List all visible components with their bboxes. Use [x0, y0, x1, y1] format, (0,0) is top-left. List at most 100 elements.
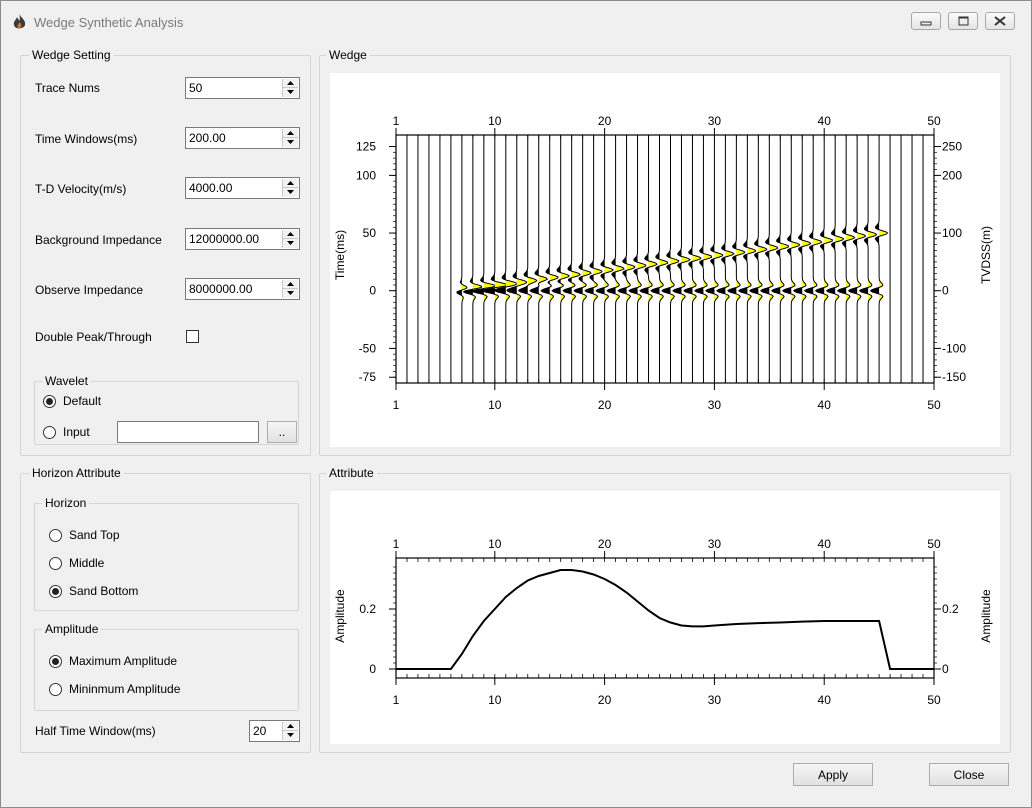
x-tick-label-bottom: 30	[708, 398, 722, 412]
wavelet-default-label: Default	[63, 394, 102, 408]
td-velocity-input[interactable]	[186, 178, 279, 198]
time-windows-stepper[interactable]	[282, 129, 298, 147]
horizon-title: Horizon	[42, 496, 90, 510]
y-tick-label-left: 100	[356, 168, 376, 182]
td-velocity-stepper[interactable]	[282, 179, 298, 197]
middle-radio[interactable]	[49, 557, 62, 570]
arrow-down-icon	[287, 291, 294, 295]
spin-down-button[interactable]	[283, 188, 298, 197]
x-tick-label-bottom: 50	[927, 398, 941, 412]
maximize-button[interactable]	[948, 12, 978, 30]
double-peak-label: Double Peak/Through	[35, 330, 152, 344]
x-tick-label-bottom: 10	[488, 398, 502, 412]
close-window-button[interactable]	[985, 12, 1015, 30]
x-tick-label-top: 40	[818, 537, 832, 551]
background-impedance-stepper[interactable]	[282, 230, 298, 248]
background-impedance-label: Background Impedance	[35, 233, 162, 247]
arrow-up-icon	[287, 724, 294, 728]
browse-button[interactable]: ..	[267, 421, 297, 443]
arrow-down-icon	[287, 733, 294, 737]
wavelet-input-radio[interactable]	[43, 426, 56, 439]
background-impedance-spinner[interactable]	[185, 228, 300, 250]
wedge-chart: 1 1 10 10 20 20 30 30 40 40 50 50 125 250 100 200 50 100 0…	[333, 114, 993, 412]
restore-icon	[958, 16, 969, 26]
spin-down-button[interactable]	[283, 239, 298, 248]
spin-down-button[interactable]	[283, 88, 298, 97]
observe-impedance-stepper[interactable]	[282, 280, 298, 298]
amplitude-title: Amplitude	[42, 622, 102, 636]
minimize-icon	[920, 21, 932, 26]
wavelet-input-label: Input	[63, 425, 90, 439]
spin-down-button[interactable]	[283, 138, 298, 147]
half-time-window-stepper[interactable]	[282, 722, 298, 740]
td-velocity-spinner[interactable]	[185, 177, 300, 199]
y-tick-label-left: -75	[359, 370, 377, 384]
x-tick-label-top: 1	[393, 537, 400, 551]
spin-up-button[interactable]	[283, 129, 298, 138]
y-axis-label-right: Amplitude	[979, 589, 993, 643]
x-tick-label-bottom: 30	[708, 693, 722, 707]
arrow-up-icon	[287, 131, 294, 135]
trace-nums-input[interactable]	[186, 78, 279, 98]
y-axis-label-left: Time(ms)	[333, 230, 347, 280]
wavelet-title: Wavelet	[42, 374, 91, 388]
observe-impedance-spinner[interactable]	[185, 278, 300, 300]
x-tick-label-top: 1	[393, 114, 400, 128]
spin-down-button[interactable]	[283, 289, 298, 298]
plot-frame	[395, 134, 935, 384]
time-windows-spinner[interactable]	[185, 127, 300, 149]
background-impedance-input[interactable]	[186, 229, 279, 249]
x-tick-label-bottom: 1	[393, 398, 400, 412]
x-tick-label-bottom: 40	[818, 693, 832, 707]
maximum-amplitude-radio[interactable]	[49, 655, 62, 668]
arrow-down-icon	[287, 190, 294, 194]
x-tick-label-top: 50	[927, 537, 941, 551]
horizon-attribute-title: Horizon Attribute	[29, 466, 124, 480]
x-tick-label-top: 20	[598, 114, 612, 128]
trace-nums-stepper[interactable]	[282, 79, 298, 97]
spin-up-button[interactable]	[283, 79, 298, 88]
double-peak-checkbox[interactable]	[186, 330, 199, 343]
y-tick-label-right: 250	[942, 140, 962, 154]
wavelet-file-input[interactable]	[117, 421, 259, 443]
sand-bottom-label: Sand Bottom	[69, 584, 139, 598]
observe-impedance-input[interactable]	[186, 279, 279, 299]
x-tick-label-top: 40	[818, 114, 832, 128]
td-velocity-label: T-D Velocity(m/s)	[35, 182, 127, 196]
y-tick-label-left: 0	[369, 284, 376, 298]
close-button[interactable]: Close	[929, 763, 1009, 786]
window-title: Wedge Synthetic Analysis	[34, 15, 184, 30]
spin-up-button[interactable]	[283, 179, 298, 188]
minimum-amplitude-label: Mininmum Amplitude	[69, 682, 181, 696]
spin-up-button[interactable]	[283, 722, 298, 731]
spin-up-button[interactable]	[283, 280, 298, 289]
x-tick-label-top: 10	[488, 114, 502, 128]
spin-down-button[interactable]	[283, 731, 298, 740]
plot-frame	[395, 557, 935, 679]
arrow-up-icon	[287, 81, 294, 85]
x-tick-label-top: 10	[488, 537, 502, 551]
x-tick-label-bottom: 50	[927, 693, 941, 707]
half-time-window-spinner[interactable]	[249, 720, 300, 742]
trace-nums-spinner[interactable]	[185, 77, 300, 99]
apply-button[interactable]: Apply	[793, 763, 873, 786]
spin-up-button[interactable]	[283, 230, 298, 239]
wavelet-default-radio[interactable]	[43, 395, 56, 408]
minimize-button[interactable]	[911, 12, 941, 30]
x-tick-label-top: 30	[708, 114, 722, 128]
arrow-up-icon	[287, 232, 294, 236]
y-tick-label-left: 125	[356, 140, 376, 154]
y-tick-label-right: 0	[942, 284, 949, 298]
half-time-window-input[interactable]	[250, 721, 279, 741]
sand-bottom-radio[interactable]	[49, 585, 62, 598]
y-axis-label-right: TVDSS(m)	[979, 226, 993, 284]
y-tick-label-right: 200	[942, 168, 962, 182]
maximum-amplitude-label: Maximum Amplitude	[69, 654, 178, 668]
time-windows-input[interactable]	[186, 128, 279, 148]
wedge-setting-title: Wedge Setting	[29, 48, 114, 62]
sand-top-label: Sand Top	[69, 528, 120, 542]
arrow-down-icon	[287, 140, 294, 144]
x-tick-label-bottom: 40	[818, 398, 832, 412]
minimum-amplitude-radio[interactable]	[49, 683, 62, 696]
sand-top-radio[interactable]	[49, 529, 62, 542]
